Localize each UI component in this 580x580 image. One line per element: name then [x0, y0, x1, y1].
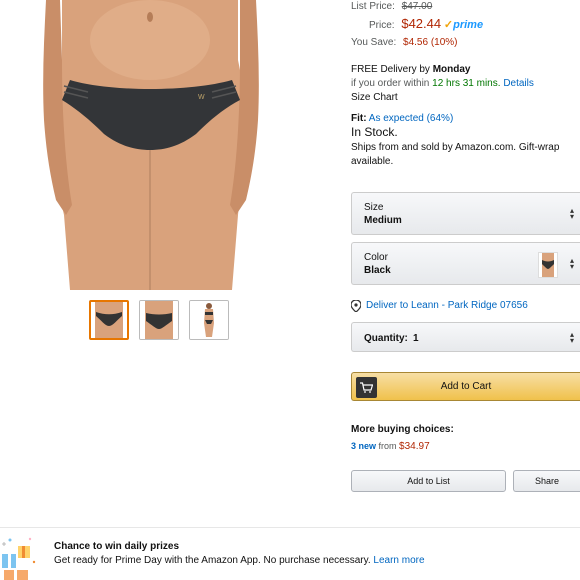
add-to-cart-label: Add to Cart	[440, 381, 492, 392]
product-main-image[interactable]: W	[0, 0, 300, 290]
free-delivery-line: FREE Delivery by Monday	[351, 63, 470, 76]
you-save-label: You Save:	[351, 37, 397, 48]
promo-text: Get ready for Prime Day with the Amazon …	[54, 555, 371, 566]
thumbnail-back-image	[140, 301, 178, 339]
size-select[interactable]: Size Medium ▴ ▾	[351, 192, 580, 235]
size-select-value: Medium	[364, 215, 402, 226]
deliver-to-link[interactable]: Deliver to Leann - Park Ridge 07656	[366, 299, 528, 312]
color-swatch-image	[542, 253, 554, 277]
new-offers-link[interactable]: 3 new	[351, 441, 376, 451]
thumbnail-full-body[interactable]	[189, 300, 229, 340]
fit-line: Fit: As expected (64%)	[351, 112, 453, 125]
ships-from-text-cont: available.	[351, 156, 394, 167]
you-save-value: $4.56 (10%)	[403, 37, 458, 48]
svg-text:W: W	[198, 94, 205, 101]
color-select-label: Color	[364, 252, 388, 263]
countdown-timer: 12 hrs 31 mins.	[432, 78, 501, 89]
fit-label: Fit:	[351, 113, 367, 124]
from-price: $34.97	[399, 441, 430, 452]
list-price-value: $47.00	[401, 1, 433, 12]
delivery-day: Monday	[432, 64, 471, 75]
promo-title: Chance to win daily prizes	[54, 541, 180, 552]
more-buying-offer: 3 new from $34.97	[351, 440, 430, 453]
fit-value-link[interactable]: As expected (64%)	[369, 113, 454, 124]
details-link[interactable]: Details	[503, 78, 534, 89]
stock-status: In Stock.	[351, 125, 398, 139]
size-select-caret-icon: ▴ ▾	[569, 206, 574, 221]
add-to-cart-button[interactable]: Add to Cart	[351, 372, 580, 401]
quantity-caret-icon: ▴ ▾	[569, 330, 574, 345]
order-within-line: if you order within 12 hrs 31 mins. Deta…	[351, 77, 534, 90]
gift-boxes-illustration	[0, 536, 40, 580]
color-swatch-thumbnail	[538, 252, 558, 278]
quantity-label: Quantity:	[364, 333, 408, 344]
color-select-caret-icon: ▴ ▾	[569, 256, 574, 271]
you-save-row: You Save: $4.56 (10%)	[351, 37, 458, 48]
price-value: $42.44	[401, 16, 442, 31]
add-to-list-button[interactable]: Add to List	[351, 470, 506, 492]
color-select[interactable]: Color Black ▴ ▾	[351, 242, 580, 285]
thumbnail-front-image	[91, 302, 127, 338]
color-select-value: Black	[364, 265, 391, 276]
prime-check-icon: ✓	[443, 19, 454, 31]
size-select-label: Size	[364, 202, 384, 213]
list-price-row: List Price: $47.00	[351, 1, 432, 12]
thumbnail-front[interactable]	[89, 300, 129, 340]
learn-more-link[interactable]: Learn more	[373, 555, 424, 566]
prime-word: prime	[453, 19, 484, 31]
thumbnail-back[interactable]	[139, 300, 179, 340]
location-pin-icon	[351, 299, 361, 312]
deliver-to-row[interactable]: Deliver to Leann - Park Ridge 07656	[351, 299, 528, 312]
price-label: Price:	[369, 20, 395, 31]
from-text: from	[378, 441, 397, 451]
free-delivery-prefix: FREE Delivery by	[351, 64, 430, 75]
ships-from-text: Ships from and sold by Amazon.com. Gift-…	[351, 142, 560, 153]
list-price-label: List Price:	[351, 1, 395, 12]
gift-boxes-icon	[2, 537, 36, 580]
share-button[interactable]: Share	[513, 470, 580, 492]
thumbnail-strip	[89, 300, 229, 340]
more-buying-title: More buying choices:	[351, 424, 454, 435]
prime-badge: ✓prime	[444, 19, 483, 31]
share-label: Share	[534, 476, 560, 486]
add-to-list-label: Add to List	[407, 476, 450, 486]
size-chart-link[interactable]: Size Chart	[351, 91, 398, 104]
quantity-value: 1	[413, 333, 419, 344]
quantity-select[interactable]: Quantity: 1 ▴ ▾	[351, 322, 580, 352]
order-within-prefix: if you order within	[351, 78, 430, 89]
price-row: Price: $42.44 ✓prime	[369, 16, 483, 31]
section-divider	[0, 527, 580, 528]
promo-text-line: Get ready for Prime Day with the Amazon …	[54, 555, 425, 566]
thumbnail-full-body-image	[190, 301, 228, 339]
product-photo: W	[43, 0, 259, 290]
